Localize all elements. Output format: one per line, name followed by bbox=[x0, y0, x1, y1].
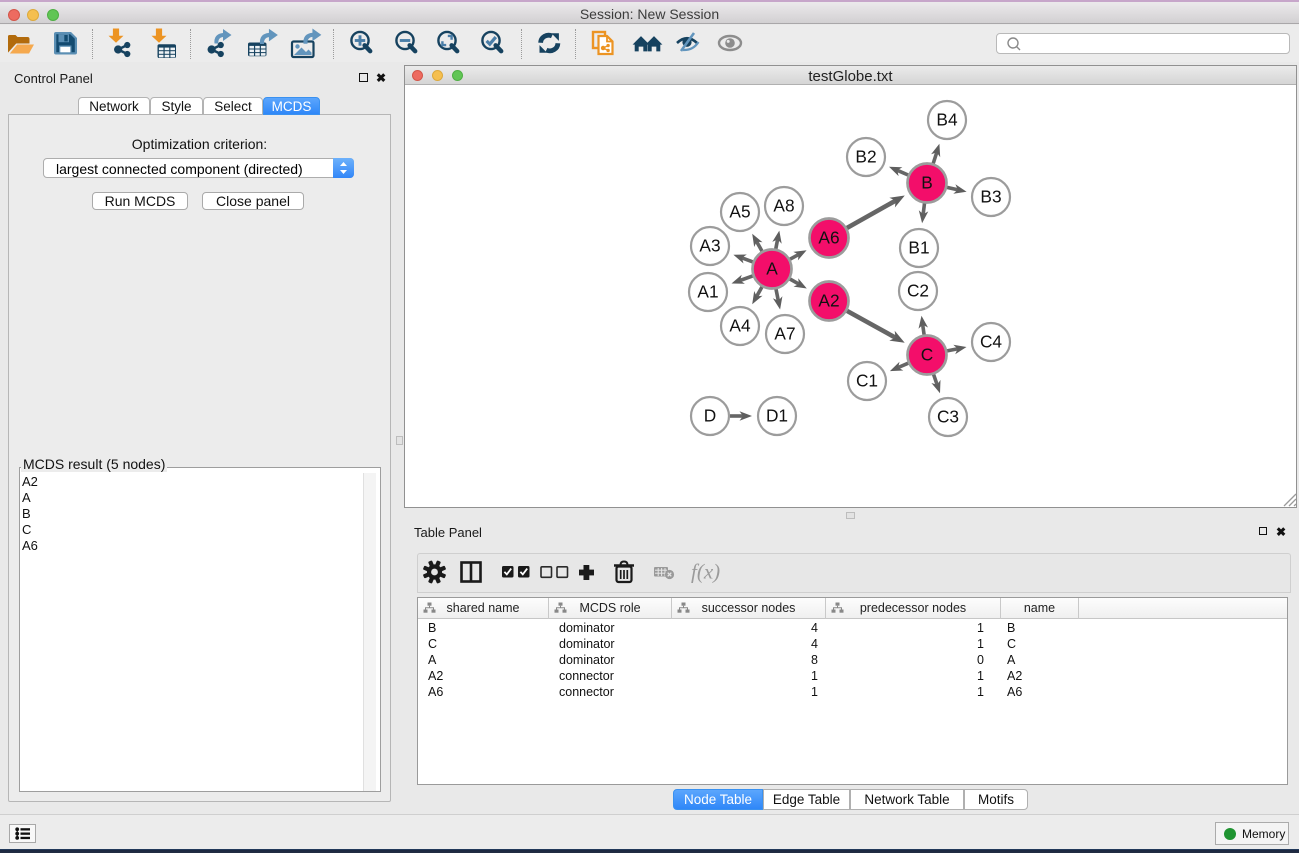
svg-text:f(x): f(x) bbox=[691, 560, 720, 584]
svg-text:B2: B2 bbox=[855, 147, 876, 167]
svg-text:C: C bbox=[921, 345, 933, 365]
svg-text:D: D bbox=[704, 406, 716, 426]
svg-text:C1: C1 bbox=[856, 371, 878, 391]
svg-text:A4: A4 bbox=[729, 316, 751, 336]
svg-text:B3: B3 bbox=[980, 187, 1001, 207]
svg-text:A6: A6 bbox=[818, 228, 839, 248]
svg-text:A3: A3 bbox=[699, 236, 720, 256]
svg-text:B1: B1 bbox=[908, 238, 929, 258]
svg-text:D1: D1 bbox=[766, 406, 788, 426]
svg-text:B: B bbox=[921, 173, 933, 193]
svg-text:A2: A2 bbox=[818, 291, 839, 311]
svg-text:C4: C4 bbox=[980, 332, 1002, 352]
svg-text:A8: A8 bbox=[773, 196, 794, 216]
svg-text:C3: C3 bbox=[937, 407, 959, 427]
svg-text:A5: A5 bbox=[729, 202, 750, 222]
svg-text:A: A bbox=[766, 259, 778, 279]
svg-text:C2: C2 bbox=[907, 281, 929, 301]
svg-text:B4: B4 bbox=[936, 110, 958, 130]
svg-text:A7: A7 bbox=[774, 324, 795, 344]
svg-text:A1: A1 bbox=[697, 282, 718, 302]
